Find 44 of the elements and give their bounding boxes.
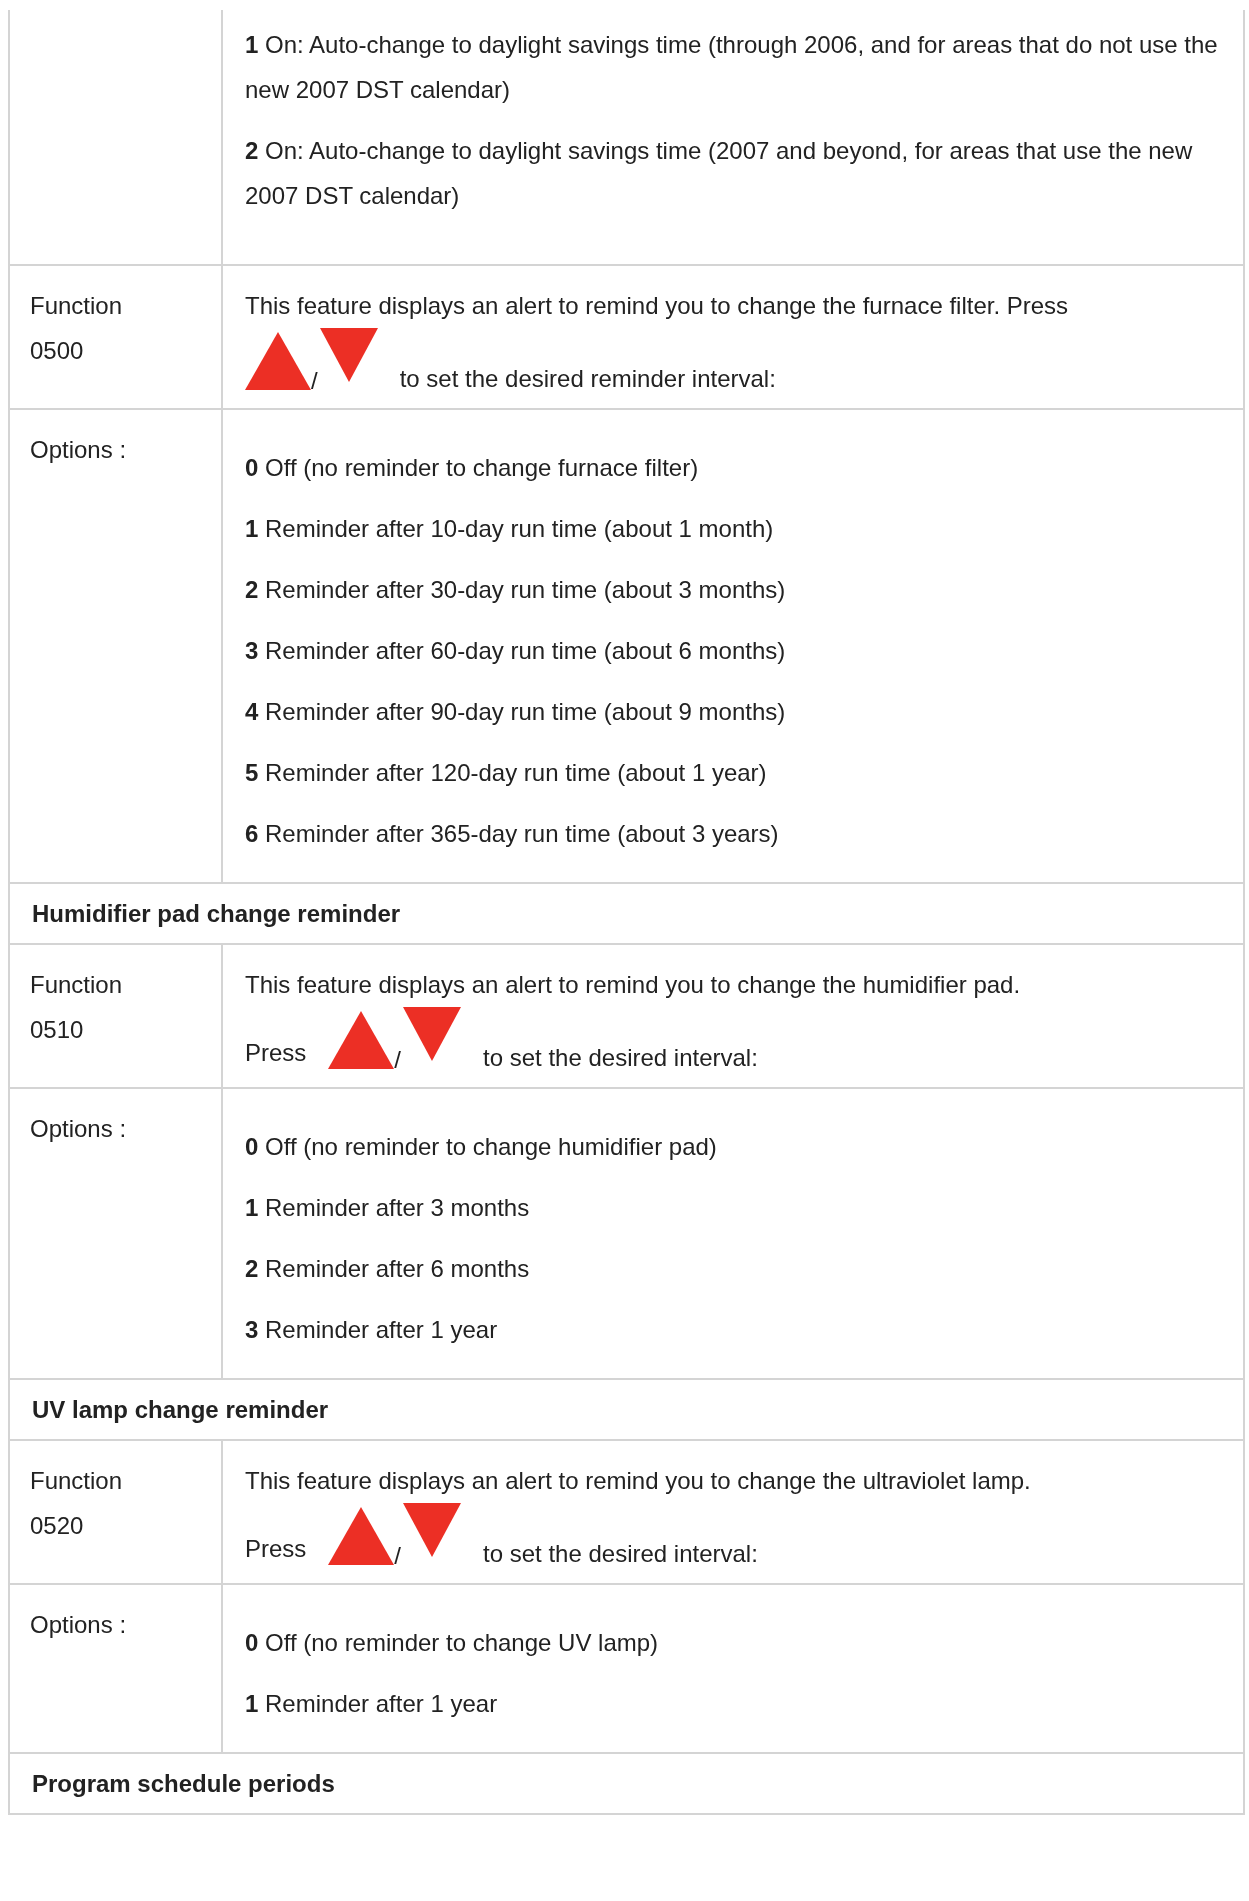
description-text: to set the desired reminder interval: [399,364,776,394]
option-text: 3 Reminder after 60-day run time (about 6 months) [245,636,787,666]
option-text: 2 On: Auto-change to daylight savings time (2007 and beyond, for areas that use the new 2007 DST calendar) [245,136,1194,211]
option-text: 2 Reminder after 6 months [245,1254,531,1284]
press-text: Press [245,1534,307,1564]
description-text: This feature displays an alert to remind you to change the furnace filter. Press [245,291,1070,321]
option-text: 5 Reminder after 120-day run time (about 1 year) [245,758,768,788]
up-triangle-icon[interactable] [328,1507,395,1565]
slash-text: / [394,1541,402,1571]
section-heading: UV lamp change reminder [10,1380,1243,1441]
option-text: 1 Reminder after 1 year [245,1689,499,1719]
function-code: 0520 [30,1511,85,1541]
function-code: 0510 [30,1015,85,1045]
slash-text: / [311,366,318,396]
option-text: 0 Off (no reminder to change furnace filter) [245,453,700,483]
down-triangle-icon[interactable] [403,1007,462,1061]
description-text: This feature displays an alert to remind you to change the ultraviolet lamp. [245,1466,1032,1496]
options-label: Options : [30,1114,128,1144]
option-text: 2 Reminder after 30-day run time (about 3 months) [245,575,787,605]
press-text: Press [245,1038,307,1068]
function-label: Function [30,291,124,321]
option-text: 6 Reminder after 365-day run time (about 3 years) [245,819,780,849]
option-text: 1 On: Auto-change to daylight savings time (through 2006, and for areas that do not use the new 2007 DST calendar) [245,30,1219,105]
option-text: 0 Off (no reminder to change UV lamp) [245,1628,660,1658]
up-triangle-icon[interactable] [328,1011,395,1069]
options-label: Options : [30,1610,128,1640]
section-heading: Humidifier pad change reminder [10,884,1243,945]
down-triangle-icon[interactable] [319,328,378,382]
description-text: This feature displays an alert to remind you to change the humidifier pad. [245,970,1022,1000]
function-code: 0500 [30,336,85,366]
option-text: 1 Reminder after 3 months [245,1193,531,1223]
slash-text: / [394,1045,402,1075]
option-text: 4 Reminder after 90-day run time (about 9 months) [245,697,787,727]
options-label: Options : [30,435,128,465]
description-text: to set the desired interval: [483,1043,758,1073]
option-text: 0 Off (no reminder to change humidifier pad) [245,1132,718,1162]
option-text: 1 Reminder after 10-day run time (about 1 month) [245,514,775,544]
function-label: Function [30,970,124,1000]
description-text: to set the desired interval: [483,1539,758,1569]
option-text: 3 Reminder after 1 year [245,1315,499,1345]
section-heading: Program schedule periods [10,1754,1243,1815]
down-triangle-icon[interactable] [403,1503,462,1557]
function-label: Function [30,1466,124,1496]
up-triangle-icon[interactable] [245,332,311,390]
